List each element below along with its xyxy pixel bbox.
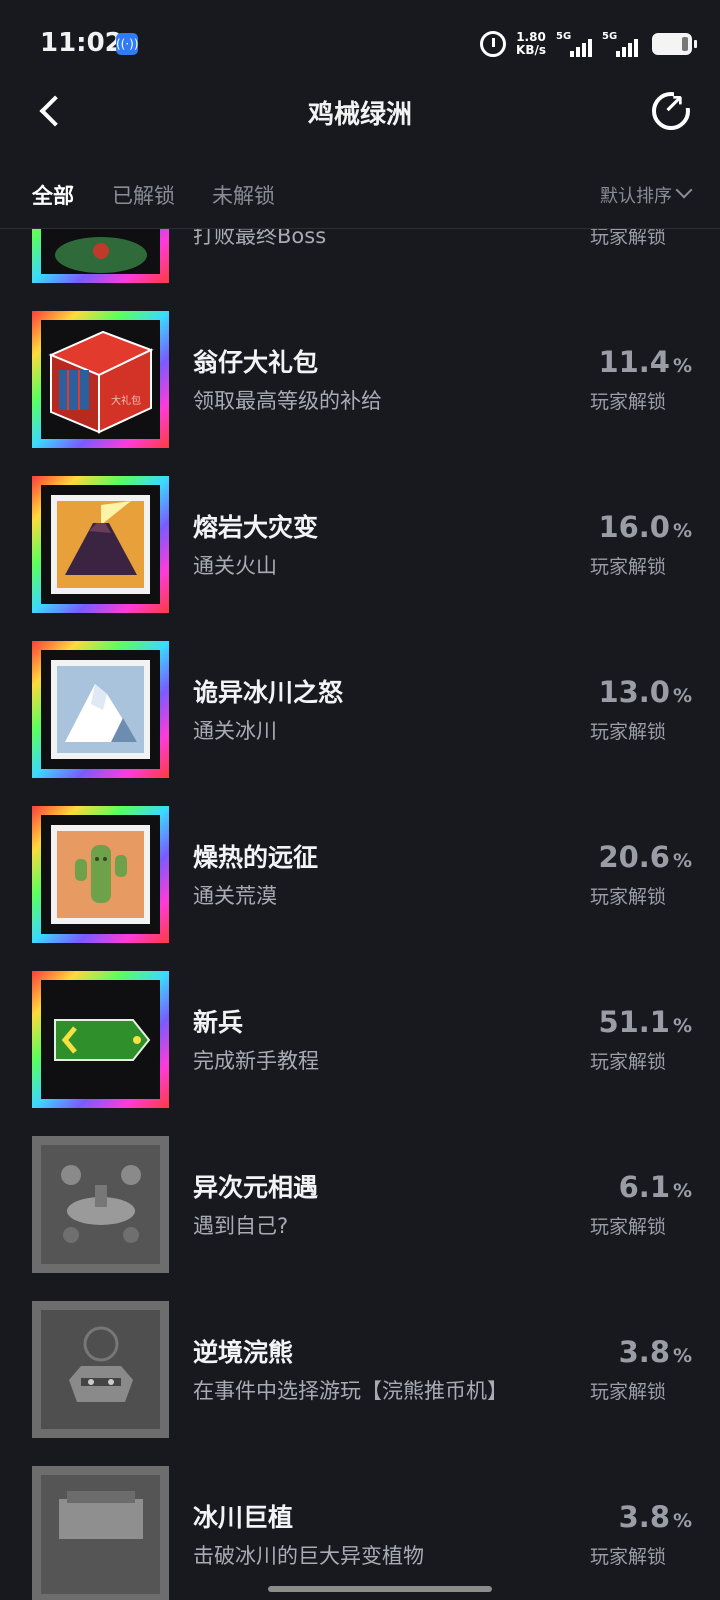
cactus-icon	[51, 825, 150, 924]
filter-tabs: 全部 已解锁 未解锁 默认排序	[0, 170, 720, 229]
unlock-label: 玩家解锁	[589, 1216, 666, 1238]
achievement-desc: 通关火山	[193, 554, 277, 578]
gift-box-icon: 大礼包	[48, 330, 154, 434]
list-item[interactable]: 冰川巨植 击破冰川的巨大异变植物 3.8 % 玩家解锁	[0, 1466, 720, 1600]
achievement-name: 异次元相遇	[193, 1173, 319, 1202]
share-button[interactable]	[652, 90, 692, 130]
recruit-tag-icon	[54, 1019, 151, 1061]
alarm-icon	[480, 31, 507, 57]
achievement-desc: 遇到自己?	[193, 1214, 289, 1238]
achievement-name: 翁仔大礼包	[193, 348, 319, 377]
list-item[interactable]: 异次元相遇 遇到自己? 6.1 % 玩家解锁	[0, 1136, 720, 1301]
percent-sign: %	[672, 1180, 692, 1202]
unlock-label: 玩家解锁	[589, 886, 666, 908]
achievement-desc: 通关荒漠	[193, 884, 277, 908]
percent-sign: %	[672, 1345, 692, 1367]
achievement-badge	[32, 229, 169, 283]
tab-locked[interactable]: 未解锁	[212, 180, 275, 210]
chevron-down-icon[interactable]	[675, 181, 693, 199]
status-bar: 11:02 ((·)) 1.80 KB/s 5G 5G	[0, 0, 720, 88]
achievement-name: 燥热的远征	[193, 843, 319, 872]
list-item[interactable]: 熔岩大灾变 通关火山 16.0 % 玩家解锁	[0, 476, 720, 641]
achievement-name: 冰川巨植	[193, 1503, 294, 1532]
achievement-badge	[32, 641, 169, 778]
percent-sign: %	[672, 1510, 692, 1532]
boss-icon	[55, 237, 147, 273]
unlock-percentage: 51.1	[598, 1005, 670, 1039]
percent-sign: %	[672, 520, 692, 542]
unlock-label: 玩家解锁	[589, 1051, 666, 1073]
achievement-desc: 通关冰川	[193, 719, 277, 743]
sort-dropdown[interactable]: 默认排序	[600, 182, 672, 208]
tab-unlocked[interactable]: 已解锁	[112, 180, 175, 210]
achievement-name: 新兵	[193, 1008, 244, 1037]
achievement-desc: 打败最终Boss	[193, 229, 327, 248]
achievement-badge-locked	[32, 1466, 169, 1600]
unlock-percentage: 13.0	[598, 675, 670, 709]
list-item[interactable]: 燥热的远征 通关荒漠 20.6 % 玩家解锁	[0, 806, 720, 971]
unlock-percentage: 6.1	[618, 1170, 670, 1204]
achievement-badge-locked	[32, 1301, 169, 1438]
achievement-desc: 领取最高等级的补给	[193, 389, 382, 413]
list-item[interactable]: 打败最终Boss 玩家解锁	[0, 229, 720, 311]
achievement-name: 熔岩大灾变	[193, 513, 319, 542]
tab-all[interactable]: 全部	[32, 180, 74, 210]
glacier-icon	[51, 660, 150, 759]
unlock-label: 玩家解锁	[589, 1381, 666, 1403]
percent-sign: %	[672, 850, 692, 872]
achievement-list[interactable]: 打败最终Boss 玩家解锁 大礼包 翁仔大礼包 领取最高等级的补给 11.4 %…	[0, 229, 720, 1600]
unlock-label: 玩家解锁	[589, 556, 666, 578]
percent-sign: %	[672, 355, 692, 377]
raccoon-icon	[41, 1310, 160, 1429]
unlock-label: 玩家解锁	[589, 229, 666, 248]
percent-sign: %	[672, 685, 692, 707]
giant-plant-icon	[41, 1475, 160, 1594]
unlock-label: 玩家解锁	[589, 721, 666, 743]
achievement-badge-locked	[32, 1136, 169, 1273]
list-item[interactable]: 诡异冰川之怒 通关冰川 13.0 % 玩家解锁	[0, 641, 720, 806]
achievement-desc: 完成新手教程	[193, 1049, 319, 1073]
signal-icon-sim2: 5G	[602, 31, 638, 57]
achievement-badge: 大礼包	[32, 311, 169, 448]
achievement-name: 诡异冰川之怒	[193, 678, 344, 707]
unlock-label: 玩家解锁	[589, 391, 666, 413]
unlock-percentage: 3.8	[618, 1335, 670, 1369]
achievement-badge	[32, 971, 169, 1108]
status-time: 11:02	[40, 28, 123, 58]
list-item[interactable]: 逆境浣熊 在事件中选择游玩【浣熊推币机】 3.8 % 玩家解锁	[0, 1301, 720, 1466]
app-header: 鸡械绿洲	[0, 88, 720, 158]
home-indicator[interactable]	[268, 1586, 492, 1592]
unlock-percentage: 3.8	[618, 1500, 670, 1534]
unlock-percentage: 16.0	[598, 510, 670, 544]
unlock-percentage: 20.6	[598, 840, 670, 874]
mirror-meeting-icon	[41, 1145, 160, 1264]
achievement-desc: 在事件中选择游玩【浣熊推币机】	[193, 1379, 508, 1403]
battery-icon	[652, 33, 697, 55]
unlock-percentage: 11.4	[598, 345, 670, 379]
svg-text:大礼包: 大礼包	[111, 394, 141, 407]
achievement-badge	[32, 476, 169, 613]
achievement-name: 逆境浣熊	[193, 1338, 294, 1367]
volcano-icon	[51, 495, 150, 594]
network-speed: 1.80 KB/s	[516, 30, 546, 57]
page-title: 鸡械绿洲	[307, 100, 412, 130]
list-item[interactable]: 大礼包 翁仔大礼包 领取最高等级的补给 11.4 % 玩家解锁	[0, 311, 720, 476]
list-item[interactable]: 新兵 完成新手教程 51.1 % 玩家解锁	[0, 971, 720, 1136]
unlock-label: 玩家解锁	[589, 1546, 666, 1568]
achievement-badge	[32, 806, 169, 943]
status-indicators: 1.80 KB/s 5G 5G	[480, 26, 697, 62]
hotspot-icon: ((·))	[116, 33, 139, 55]
achievement-desc: 击破冰川的巨大异变植物	[193, 1544, 424, 1568]
signal-icon-sim1: 5G	[556, 31, 592, 57]
percent-sign: %	[672, 1015, 692, 1037]
